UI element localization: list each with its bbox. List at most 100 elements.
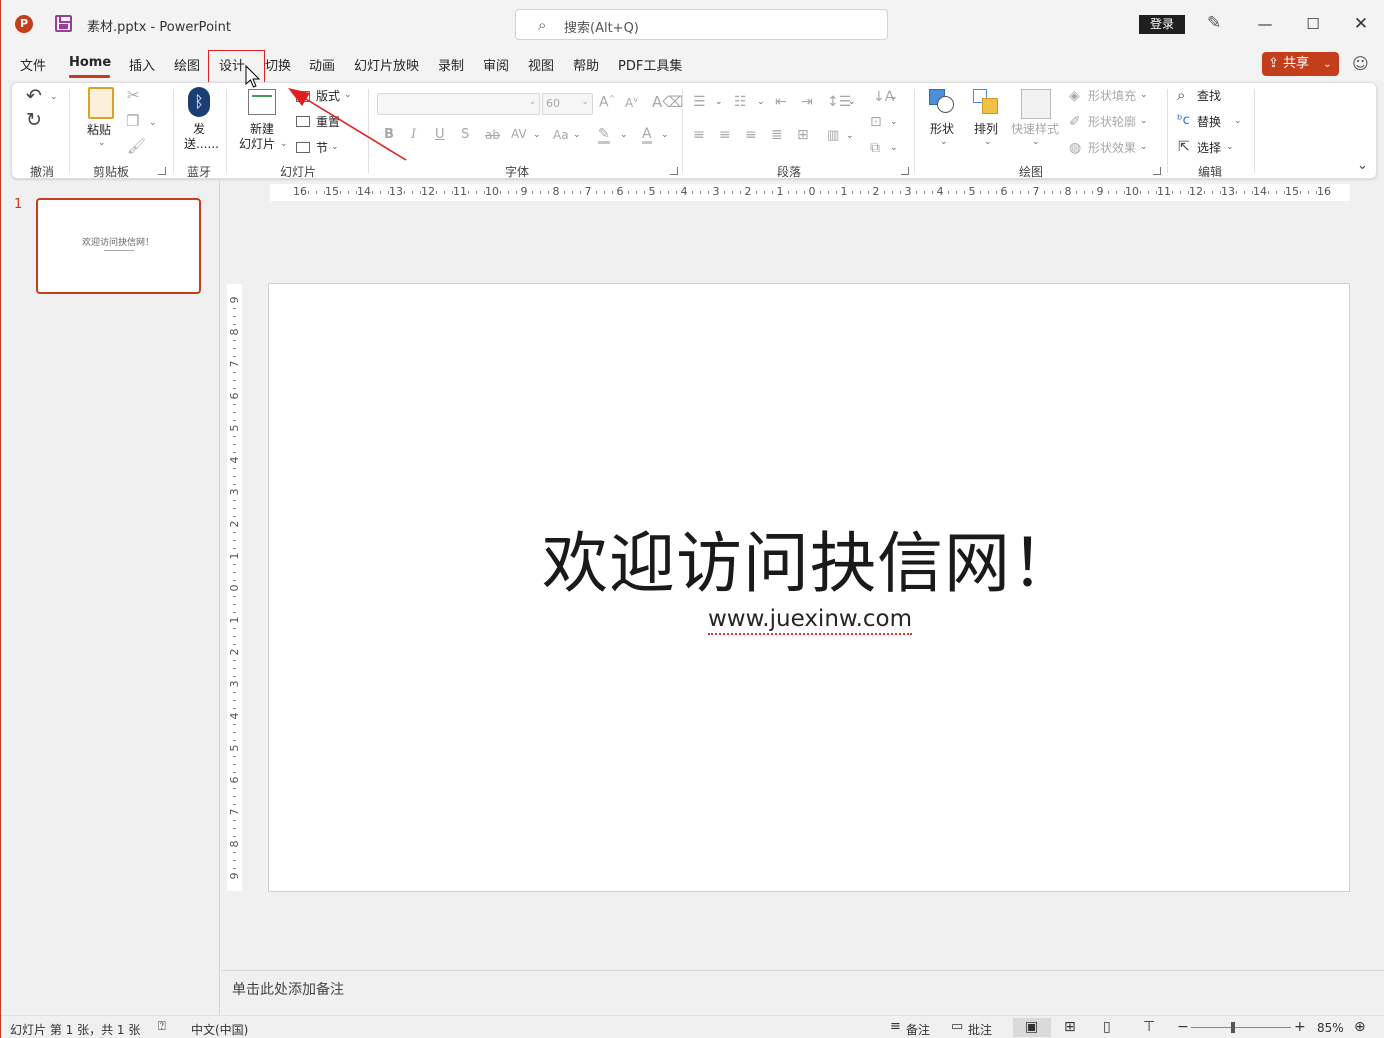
- chevron-down-icon[interactable]: ⌄: [280, 140, 288, 149]
- numbering-icon[interactable]: ☷: [734, 95, 747, 109]
- normal-view-icon[interactable]: ▣: [1025, 1019, 1038, 1035]
- shape-outline-button[interactable]: 形状轮廓: [1088, 115, 1136, 129]
- chevron-down-icon[interactable]: ⌄: [757, 98, 765, 107]
- new-slide-label-line2[interactable]: 幻灯片: [239, 137, 275, 151]
- section-button[interactable]: 节: [316, 141, 328, 155]
- chevron-down-icon[interactable]: ⌄: [848, 98, 856, 107]
- format-painter-icon[interactable]: 🖌: [127, 139, 146, 154]
- tab-pdf-tools[interactable]: PDF工具集: [618, 55, 682, 74]
- font-name-combo[interactable]: ⌄: [377, 93, 540, 115]
- zoom-level[interactable]: 85%: [1317, 1021, 1344, 1035]
- chevron-down-icon[interactable]: ⌄: [149, 119, 157, 128]
- reset-button[interactable]: 重置: [316, 115, 340, 129]
- new-slide-label-line1[interactable]: 新建: [250, 122, 274, 136]
- font-color-button[interactable]: A: [642, 127, 652, 144]
- chevron-down-icon[interactable]: ⌄: [846, 132, 854, 141]
- undo-icon[interactable]: ↶: [26, 87, 42, 106]
- smartart-icon[interactable]: ⧉: [870, 141, 880, 155]
- cut-icon[interactable]: ✂: [127, 88, 140, 103]
- chevron-down-icon[interactable]: ⌄: [331, 143, 339, 152]
- paragraph-dialog-launcher-icon[interactable]: [901, 167, 909, 175]
- character-spacing-button[interactable]: AV: [511, 128, 527, 140]
- font-size-combo[interactable]: 60 ⌄: [542, 93, 593, 115]
- share-button[interactable]: ⇪ 共享 ⌄: [1262, 52, 1339, 76]
- slide-canvas[interactable]: 欢迎访问抉信网！ www.juexinw.com: [268, 283, 1350, 892]
- decrease-font-icon[interactable]: Av: [625, 96, 638, 110]
- layout-icon[interactable]: [296, 91, 310, 102]
- align-left-icon[interactable]: ≡: [693, 128, 705, 142]
- chevron-down-icon[interactable]: ⌄: [661, 131, 669, 140]
- text-shadow-button[interactable]: S: [461, 128, 469, 141]
- replace-icon[interactable]: ᵇc: [1177, 114, 1190, 127]
- align-text-icon[interactable]: ⊡: [870, 115, 882, 129]
- pen-icon[interactable]: ✎: [1207, 13, 1221, 33]
- zoom-out-button[interactable]: −: [1177, 1019, 1189, 1035]
- slide-sorter-icon[interactable]: ⊞: [1064, 1019, 1076, 1035]
- shape-effects-button[interactable]: 形状效果: [1088, 141, 1136, 155]
- clipboard-dialog-launcher-icon[interactable]: [158, 167, 166, 175]
- strikethrough-button[interactable]: ab: [485, 129, 500, 141]
- chevron-down-icon[interactable]: ⌄: [533, 131, 541, 140]
- highlight-icon[interactable]: ✎: [598, 127, 610, 144]
- horizontal-ruler[interactable]: 16 15 14 13 12 11 10 9 8 7 6 5 4 3 2 1 0 1 2 3 4 5 6 7 8 9 10 11 12 1…: [270, 184, 1350, 201]
- layout-button[interactable]: 版式: [316, 89, 340, 103]
- bullets-icon[interactable]: ☰: [693, 95, 706, 109]
- find-icon[interactable]: ⌕: [1177, 88, 1185, 103]
- select-icon[interactable]: ⇱: [1178, 140, 1190, 154]
- save-icon[interactable]: [55, 15, 72, 32]
- language-status[interactable]: 中文(中国): [191, 1021, 248, 1038]
- login-button[interactable]: 登录: [1139, 15, 1185, 34]
- slide-title[interactable]: 欢迎访问抉信网！: [269, 510, 1351, 606]
- search-box[interactable]: ⌕ 搜索(Alt+Q): [515, 9, 888, 40]
- notes-toggle-button[interactable]: 备注: [906, 1021, 930, 1038]
- chevron-down-icon[interactable]: ⌄: [573, 131, 581, 140]
- chevron-down-icon[interactable]: ⌄: [98, 139, 106, 148]
- tab-record[interactable]: 录制: [438, 55, 464, 74]
- accessibility-icon[interactable]: ⍰: [158, 1019, 166, 1034]
- zoom-slider-thumb[interactable]: [1231, 1022, 1235, 1033]
- bold-button[interactable]: B: [384, 128, 394, 141]
- chevron-down-icon[interactable]: ⌄: [344, 91, 352, 100]
- tab-view[interactable]: 视图: [528, 55, 554, 74]
- underline-button[interactable]: U: [435, 128, 445, 141]
- zoom-in-button[interactable]: +: [1294, 1019, 1306, 1035]
- chevron-down-icon[interactable]: ⌄: [715, 98, 723, 107]
- tab-home[interactable]: Home: [69, 55, 111, 70]
- slide-thumbnail[interactable]: 欢迎访问抉信网！: [36, 198, 201, 294]
- shape-fill-icon[interactable]: ◈: [1069, 89, 1080, 103]
- italic-button[interactable]: I: [411, 128, 416, 141]
- chevron-down-icon[interactable]: ⌄: [1226, 143, 1234, 152]
- shapes-button[interactable]: 形状: [930, 122, 954, 136]
- reading-view-icon[interactable]: ▯: [1103, 1019, 1111, 1035]
- clear-formatting-icon[interactable]: A⌫: [652, 95, 683, 110]
- quick-styles-icon[interactable]: [1021, 89, 1051, 119]
- increase-indent-icon[interactable]: ⇥: [801, 95, 813, 109]
- shape-outline-icon[interactable]: ✐: [1069, 115, 1081, 129]
- decrease-indent-icon[interactable]: ⇤: [775, 95, 787, 109]
- chevron-down-icon[interactable]: ⌄: [890, 144, 898, 153]
- quick-styles-button[interactable]: 快速样式: [1011, 122, 1059, 136]
- send-label-line2[interactable]: 送......: [184, 137, 219, 151]
- chevron-down-icon[interactable]: ⌄: [1140, 91, 1148, 100]
- chevron-down-icon[interactable]: ⌄: [1140, 117, 1148, 126]
- change-case-button[interactable]: Aa: [553, 129, 569, 141]
- increase-font-icon[interactable]: A^: [599, 95, 615, 110]
- paste-button[interactable]: 粘贴: [87, 123, 111, 137]
- reset-icon[interactable]: [296, 116, 310, 127]
- chevron-down-icon[interactable]: ⌄: [940, 138, 948, 147]
- find-button[interactable]: 查找: [1197, 89, 1221, 103]
- redo-icon[interactable]: ↻: [26, 111, 42, 130]
- align-center-icon[interactable]: ≡: [719, 128, 731, 142]
- columns-icon[interactable]: ▥: [827, 129, 839, 142]
- vertical-ruler[interactable]: 9 8 7 6 5 4 3 2 1 0 1 2 3 4 5 6 7 8 9: [227, 284, 242, 891]
- chevron-down-icon[interactable]: ⌄: [890, 93, 898, 102]
- chevron-down-icon[interactable]: ⌄: [50, 93, 58, 102]
- comments-icon[interactable]: ☺: [1352, 54, 1369, 73]
- section-icon[interactable]: [296, 142, 310, 153]
- collapse-ribbon-chevron-icon[interactable]: ⌄: [1357, 159, 1368, 172]
- slide-subtitle[interactable]: www.juexinw.com: [269, 606, 1351, 635]
- drawing-dialog-launcher-icon[interactable]: [1153, 167, 1161, 175]
- chevron-down-icon[interactable]: ⌄: [984, 138, 992, 147]
- copy-icon[interactable]: ❐: [126, 114, 139, 129]
- fit-to-window-icon[interactable]: ⊕: [1354, 1019, 1366, 1035]
